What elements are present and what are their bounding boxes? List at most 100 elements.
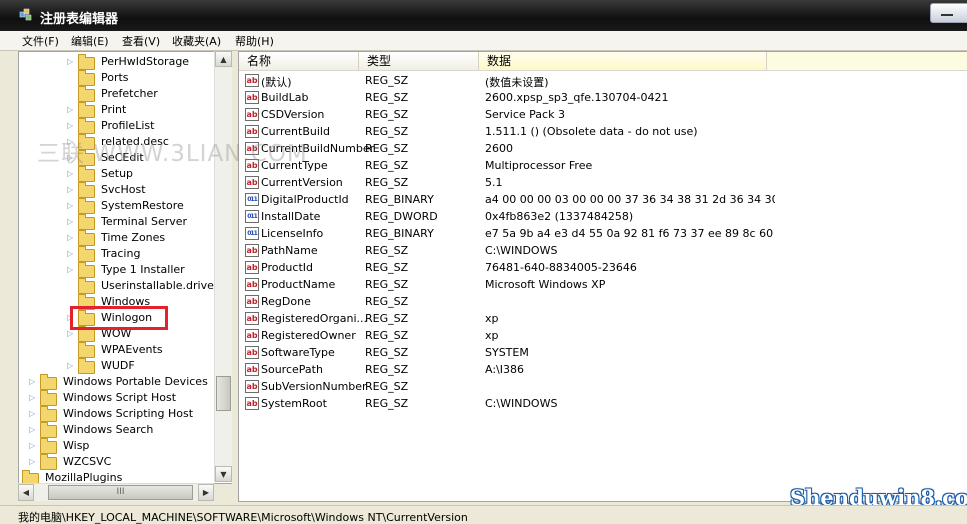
expand-icon[interactable]: ▷	[67, 105, 73, 114]
folder-icon	[78, 102, 95, 118]
column-header-data[interactable]: 数据	[479, 52, 767, 70]
expand-icon[interactable]: ▷	[29, 425, 35, 434]
value-row[interactable]: ab SoftwareType REG_SZ SYSTEM	[239, 345, 967, 362]
string-value-icon: ab	[245, 312, 259, 325]
value-data: 76481-640-8834005-23646	[485, 261, 637, 274]
folder-icon	[78, 70, 95, 86]
expand-icon[interactable]: ▷	[29, 393, 35, 402]
value-name: SystemRoot	[261, 397, 327, 410]
folder-icon	[78, 230, 95, 246]
folder-icon	[78, 326, 95, 342]
value-data: Service Pack 3	[485, 108, 565, 121]
value-row[interactable]: ab (默认) REG_SZ (数值未设置)	[239, 73, 967, 90]
value-type: REG_BINARY	[365, 193, 434, 206]
value-type: REG_SZ	[365, 159, 409, 172]
expand-icon[interactable]: ▷	[67, 265, 73, 274]
value-type: REG_SZ	[365, 108, 409, 121]
expand-icon[interactable]: ▷	[29, 441, 35, 450]
scroll-thumb-horizontal[interactable]: III	[48, 485, 193, 500]
value-row[interactable]: ab SubVersionNumber REG_SZ	[239, 379, 967, 396]
expand-icon[interactable]: ▷	[67, 361, 73, 370]
value-row[interactable]: ab SystemRoot REG_SZ C:\WINDOWS	[239, 396, 967, 413]
string-value-icon: ab	[245, 295, 259, 308]
value-data: Microsoft Windows XP	[485, 278, 606, 291]
value-type: REG_SZ	[365, 312, 409, 325]
value-row[interactable]: ab ProductName REG_SZ Microsoft Windows XP	[239, 277, 967, 294]
list-header: 名称 类型 数据	[239, 52, 967, 71]
value-row[interactable]: 011 InstallDate REG_DWORD 0x4fb863e2 (13374…	[239, 209, 967, 226]
menu-file[interactable]: 文件(F)	[22, 33, 59, 49]
expand-icon[interactable]: ▷	[29, 409, 35, 418]
value-data: Multiprocessor Free	[485, 159, 593, 172]
value-row[interactable]: ab RegisteredOrgani... REG_SZ xp	[239, 311, 967, 328]
menu-help[interactable]: 帮助(H)	[235, 33, 274, 49]
value-name: ProductName	[261, 278, 336, 291]
expand-icon[interactable]: ▷	[67, 329, 73, 338]
value-row[interactable]: ab BuildLab REG_SZ 2600.xpsp_sp3_qfe.130704…	[239, 90, 967, 107]
regedit-app-icon	[19, 8, 32, 21]
expand-icon[interactable]: ▷	[29, 457, 35, 466]
value-type: REG_SZ	[365, 244, 409, 257]
expand-icon[interactable]: ▷	[29, 377, 35, 386]
string-value-icon: ab	[245, 108, 259, 121]
status-path: 我的电脑\HKEY_LOCAL_MACHINE\SOFTWARE\Microso…	[18, 511, 468, 524]
value-row[interactable]: ab CurrentVersion REG_SZ 5.1	[239, 175, 967, 192]
expand-icon[interactable]: ▷	[67, 57, 73, 66]
scroll-right-icon[interactable]: ▶	[198, 484, 214, 501]
expand-icon[interactable]: ▷	[67, 217, 73, 226]
value-row[interactable]: ab RegDone REG_SZ	[239, 294, 967, 311]
value-name: SourcePath	[261, 363, 323, 376]
expand-icon[interactable]: ▷	[67, 121, 73, 130]
tree-vertical-scrollbar[interactable]: ▲ ▼	[214, 51, 232, 482]
value-name: BuildLab	[261, 91, 309, 104]
menu-edit[interactable]: 编辑(E)	[71, 33, 109, 49]
value-row[interactable]: ab PathName REG_SZ C:\WINDOWS	[239, 243, 967, 260]
watermark-3lian: 三联 WWW.3LIAN.COM	[37, 141, 308, 167]
minimize-button[interactable]	[930, 3, 967, 23]
registry-tree[interactable]: ▷ PerHwIdStorage Ports Prefetcher ▷ Print …	[18, 51, 233, 484]
value-type: REG_SZ	[365, 397, 409, 410]
value-data: 0x4fb863e2 (1337484258)	[485, 210, 634, 223]
value-row[interactable]: ab ProductId REG_SZ 76481-640-8834005-23646	[239, 260, 967, 277]
expand-icon[interactable]: ▷	[67, 185, 73, 194]
value-row[interactable]: 011 DigitalProductId REG_BINARY a4 00 00 00…	[239, 192, 967, 209]
string-value-icon: ab	[245, 278, 259, 291]
value-type: REG_SZ	[365, 278, 409, 291]
value-data: (数值未设置)	[485, 76, 549, 89]
tree-horizontal-scrollbar[interactable]: ◀ III ▶	[18, 483, 214, 501]
value-name: InstallDate	[261, 210, 321, 223]
values-list[interactable]: 名称 类型 数据 ab (默认) REG_SZ (数值未设置) ab BuildLab RE…	[238, 51, 967, 502]
scroll-down-icon[interactable]: ▼	[215, 466, 232, 482]
binary-value-icon: 011	[245, 193, 259, 206]
pane-splitter[interactable]	[232, 51, 237, 500]
value-row[interactable]: ab CurrentBuildNumber REG_SZ 2600	[239, 141, 967, 158]
title-bar[interactable]: 注册表编辑器	[0, 0, 967, 31]
window-title: 注册表编辑器	[40, 12, 119, 27]
folder-icon	[78, 198, 95, 214]
value-row[interactable]: 011 LicenseInfo REG_BINARY e7 5a 9b a4 e3 d…	[239, 226, 967, 243]
folder-icon	[78, 342, 95, 358]
value-row[interactable]: ab CSDVersion REG_SZ Service Pack 3	[239, 107, 967, 124]
expand-icon[interactable]: ▷	[67, 169, 73, 178]
value-row[interactable]: ab CurrentBuild REG_SZ 1.511.1 () (Obsolete…	[239, 124, 967, 141]
scroll-up-icon[interactable]: ▲	[215, 51, 232, 67]
folder-icon	[78, 54, 95, 70]
value-row[interactable]: ab SourcePath REG_SZ A:\I386	[239, 362, 967, 379]
scroll-thumb[interactable]	[216, 376, 231, 411]
menu-favorites[interactable]: 收藏夹(A)	[172, 33, 221, 49]
column-header-name[interactable]: 名称	[239, 52, 359, 70]
expand-icon[interactable]: ▷	[67, 233, 73, 242]
value-row[interactable]: ab RegisteredOwner REG_SZ xp	[239, 328, 967, 345]
value-row[interactable]: ab CurrentType REG_SZ Multiprocessor Free	[239, 158, 967, 175]
value-name: SoftwareType	[261, 346, 335, 359]
folder-icon	[78, 358, 95, 374]
column-header-type[interactable]: 类型	[359, 52, 479, 70]
expand-icon[interactable]: ▷	[67, 249, 73, 258]
menu-view[interactable]: 查看(V)	[122, 33, 160, 49]
scroll-left-icon[interactable]: ◀	[18, 484, 34, 501]
value-type: REG_SZ	[365, 74, 409, 87]
folder-icon	[40, 406, 57, 422]
expand-icon[interactable]: ▷	[67, 201, 73, 210]
value-type: REG_SZ	[365, 329, 409, 342]
folder-icon	[40, 454, 57, 470]
